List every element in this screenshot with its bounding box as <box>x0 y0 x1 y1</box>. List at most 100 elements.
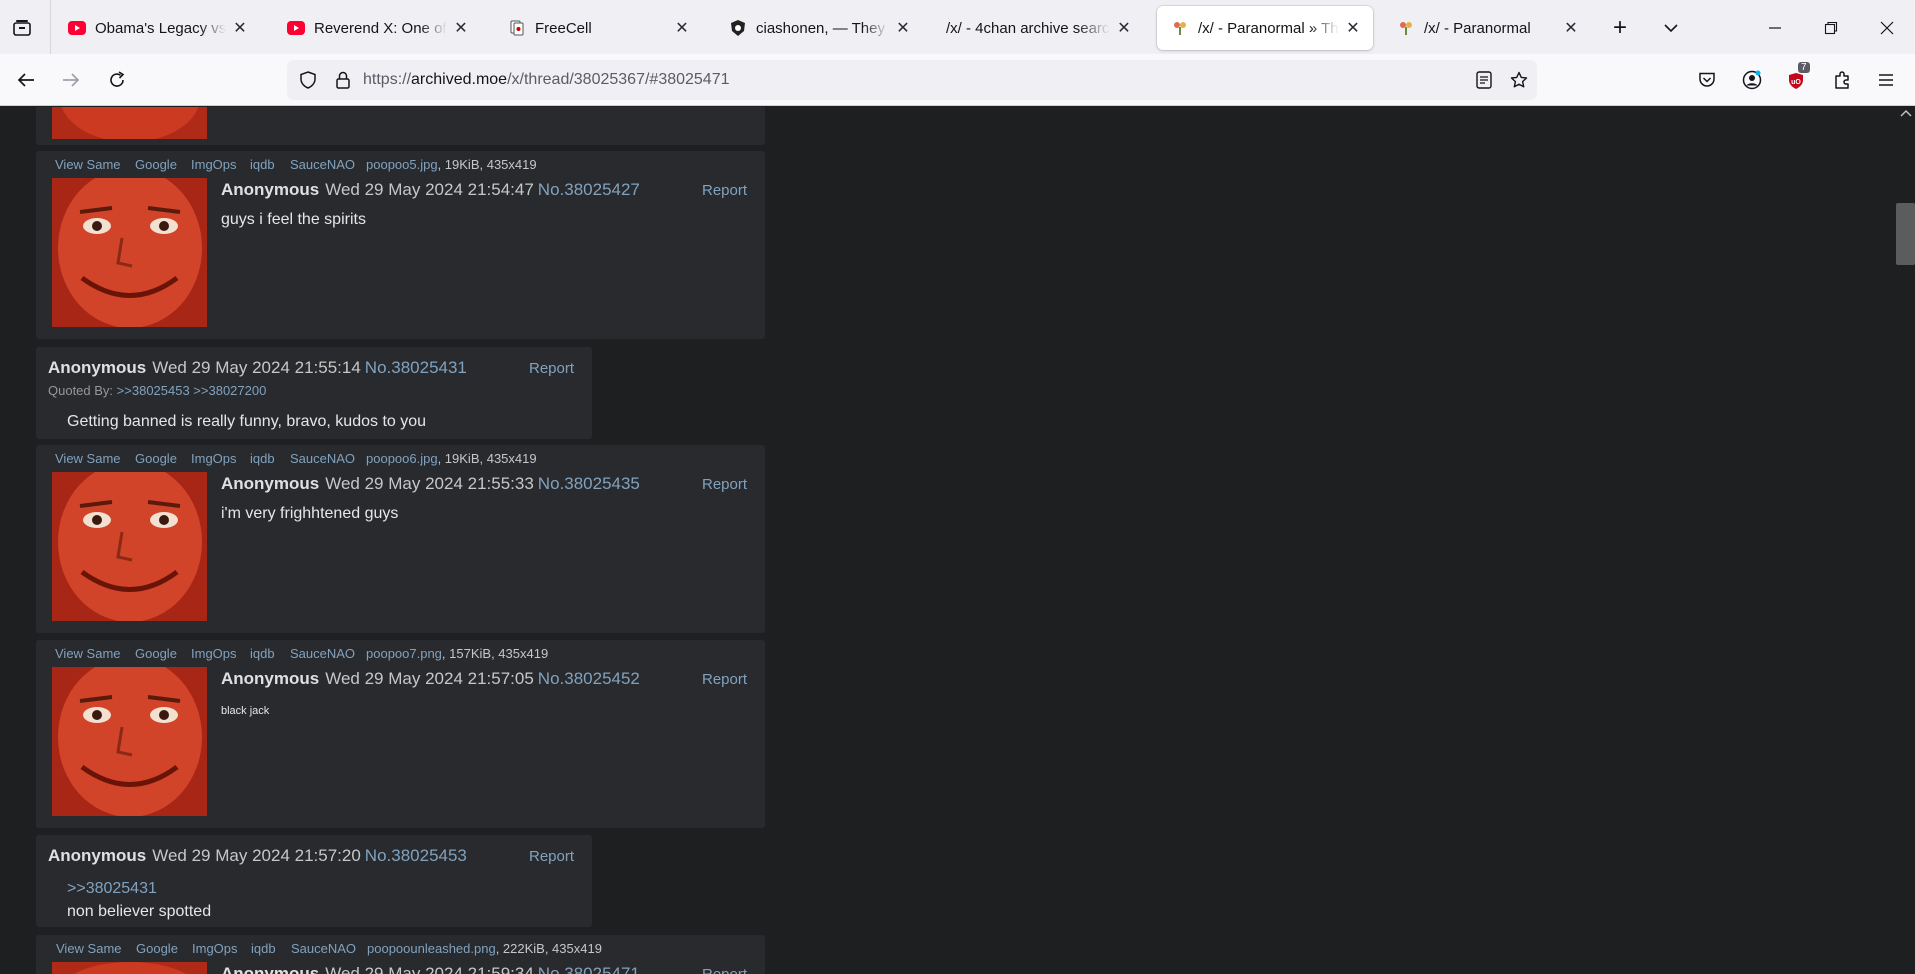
close-icon[interactable]: ✕ <box>893 18 913 38</box>
post-thumbnail[interactable] <box>52 178 207 327</box>
view-same-link[interactable]: View Same <box>55 157 121 172</box>
post-thumbnail[interactable] <box>52 107 207 139</box>
site-security-button[interactable] <box>327 64 359 96</box>
close-icon[interactable]: ✕ <box>1114 18 1134 38</box>
tab-ciashonen[interactable]: ciashonen, — They Wu ✕ <box>715 6 923 50</box>
hamburger-menu-icon <box>1879 74 1893 86</box>
report-link[interactable]: Report <box>529 848 574 865</box>
tab-paranormal-thread[interactable]: /x/ - Paranormal » Thread ✕ <box>1157 6 1373 50</box>
saucenao-link[interactable]: SauceNAO <box>290 451 355 466</box>
iqdb-link[interactable]: iqdb <box>250 646 275 661</box>
close-icon[interactable]: ✕ <box>451 18 471 38</box>
pocket-button[interactable] <box>1691 64 1723 96</box>
minimize-icon <box>1769 27 1781 29</box>
view-same-link[interactable]: View Same <box>56 941 122 956</box>
post-number-link[interactable]: No.38025435 <box>538 474 640 493</box>
post-thumbnail[interactable] <box>52 667 207 816</box>
minimize-button[interactable] <box>1759 12 1791 44</box>
imgops-link[interactable]: ImgOps <box>191 157 237 172</box>
google-link[interactable]: Google <box>135 646 177 661</box>
arrow-left-icon <box>17 73 34 87</box>
file-name-link[interactable]: poopoo7.png <box>366 646 442 661</box>
tab-title: Obama's Legacy vs. Trump <box>95 19 226 37</box>
restore-button[interactable] <box>1815 12 1847 44</box>
close-icon[interactable]: ✕ <box>672 18 692 38</box>
tab-4chan-search[interactable]: /x/ - 4chan archive search ✕ <box>936 6 1144 50</box>
saucenao-link[interactable]: SauceNAO <box>290 646 355 661</box>
reader-view-button[interactable] <box>1468 64 1500 96</box>
imgops-link[interactable]: ImgOps <box>192 941 238 956</box>
quoted-by-label: Quoted By: <box>48 383 114 398</box>
vertical-scrollbar[interactable] <box>1896 107 1915 974</box>
post-38025427: View Same Google ImgOps iqdb SauceNAO po… <box>36 151 765 339</box>
file-name-link[interactable]: poopoo6.jpg <box>366 451 438 466</box>
poster-name: Anonymous <box>221 964 320 974</box>
google-link[interactable]: Google <box>135 157 177 172</box>
app-menu-button[interactable] <box>1870 64 1902 96</box>
back-button[interactable] <box>10 64 42 96</box>
scrollbar-thumb[interactable] <box>1896 203 1915 265</box>
post-number-link[interactable]: No.38025471 <box>538 964 640 974</box>
imgops-link[interactable]: ImgOps <box>191 451 237 466</box>
ublock-extension-button[interactable]: uO 7 <box>1780 62 1812 96</box>
tab-youtube-reverend[interactable]: Reverend X: One of the ✕ <box>273 6 481 50</box>
report-link[interactable]: Report <box>702 966 747 974</box>
url-host: archived.moe <box>411 71 508 88</box>
post-thumbnail[interactable] <box>52 472 207 621</box>
post-number-link[interactable]: No.38025431 <box>365 358 467 377</box>
account-icon <box>1742 70 1762 90</box>
post-header: Anonymous Wed 29 May 2024 21:54:47 No.3802… <box>221 180 640 200</box>
report-link[interactable]: Report <box>702 476 747 493</box>
list-all-tabs-button[interactable] <box>1655 12 1687 44</box>
close-icon[interactable]: ✕ <box>1343 18 1363 38</box>
close-window-button[interactable] <box>1871 12 1903 44</box>
report-link[interactable]: Report <box>529 360 574 377</box>
iqdb-link[interactable]: iqdb <box>250 451 275 466</box>
tracking-protection-button[interactable] <box>292 64 324 96</box>
view-same-link[interactable]: View Same <box>55 451 121 466</box>
file-name-link[interactable]: poopoo5.jpg <box>366 157 438 172</box>
saucenao-link[interactable]: SauceNAO <box>291 941 356 956</box>
post-number-link[interactable]: No.38025452 <box>538 669 640 688</box>
quoted-by-links[interactable]: >>38025453 >>38027200 <box>117 383 267 398</box>
tab-title: /x/ - Paranormal » Thread <box>1198 19 1339 37</box>
close-icon[interactable]: ✕ <box>230 18 250 38</box>
post-38025431: Anonymous Wed 29 May 2024 21:55:14 No.3802… <box>36 347 592 439</box>
report-link[interactable]: Report <box>702 182 747 199</box>
view-same-link[interactable]: View Same <box>55 646 121 661</box>
extensions-button[interactable] <box>1826 64 1858 96</box>
url-text[interactable]: https://archived.moe/x/thread/38025367/#… <box>363 71 730 89</box>
file-meta: , 19KiB, 435x419 <box>437 451 537 466</box>
post-number-link[interactable]: No.38025453 <box>365 846 467 865</box>
new-tab-button[interactable]: + <box>1604 12 1636 44</box>
imgops-link[interactable]: ImgOps <box>191 646 237 661</box>
post-message: non believer spotted <box>67 903 212 920</box>
file-meta: , 19KiB, 435x419 <box>437 157 537 172</box>
iqdb-link[interactable]: iqdb <box>251 941 276 956</box>
iqdb-link[interactable]: iqdb <box>250 157 275 172</box>
file-name-link[interactable]: poopoounleashed.png <box>367 941 496 956</box>
bookmark-button[interactable] <box>1503 64 1535 96</box>
quote-link[interactable]: >>38025431 <box>67 880 157 898</box>
account-button[interactable] <box>1736 64 1768 96</box>
post-number-link[interactable]: No.38025427 <box>538 180 640 199</box>
file-info: poopoo5.jpg, 19KiB, 435x419 <box>366 157 537 172</box>
google-link[interactable]: Google <box>135 451 177 466</box>
reload-button[interactable] <box>101 64 133 96</box>
tab-freecell[interactable]: FreeCell ✕ <box>494 6 702 50</box>
report-link[interactable]: Report <box>702 671 747 688</box>
saucenao-link[interactable]: SauceNAO <box>290 157 355 172</box>
post-message: i'm very frighhtened guys <box>221 505 399 522</box>
firefox-view-button[interactable] <box>6 12 38 44</box>
google-link[interactable]: Google <box>136 941 178 956</box>
poster-name: Anonymous <box>48 846 147 865</box>
poster-name: Anonymous <box>48 358 147 377</box>
close-icon[interactable]: ✕ <box>1561 18 1581 38</box>
url-bar[interactable]: https://archived.moe/x/thread/38025367/#… <box>287 60 1537 100</box>
tab-paranormal[interactable]: /x/ - Paranormal ✕ <box>1383 6 1591 50</box>
forward-button[interactable] <box>55 64 87 96</box>
post-thumbnail[interactable] <box>52 962 207 974</box>
scroll-up-arrow-icon[interactable] <box>1900 109 1912 117</box>
file-meta: , 222KiB, 435x419 <box>495 941 602 956</box>
tab-youtube-obama[interactable]: Obama's Legacy vs. Trump ✕ <box>54 6 260 50</box>
